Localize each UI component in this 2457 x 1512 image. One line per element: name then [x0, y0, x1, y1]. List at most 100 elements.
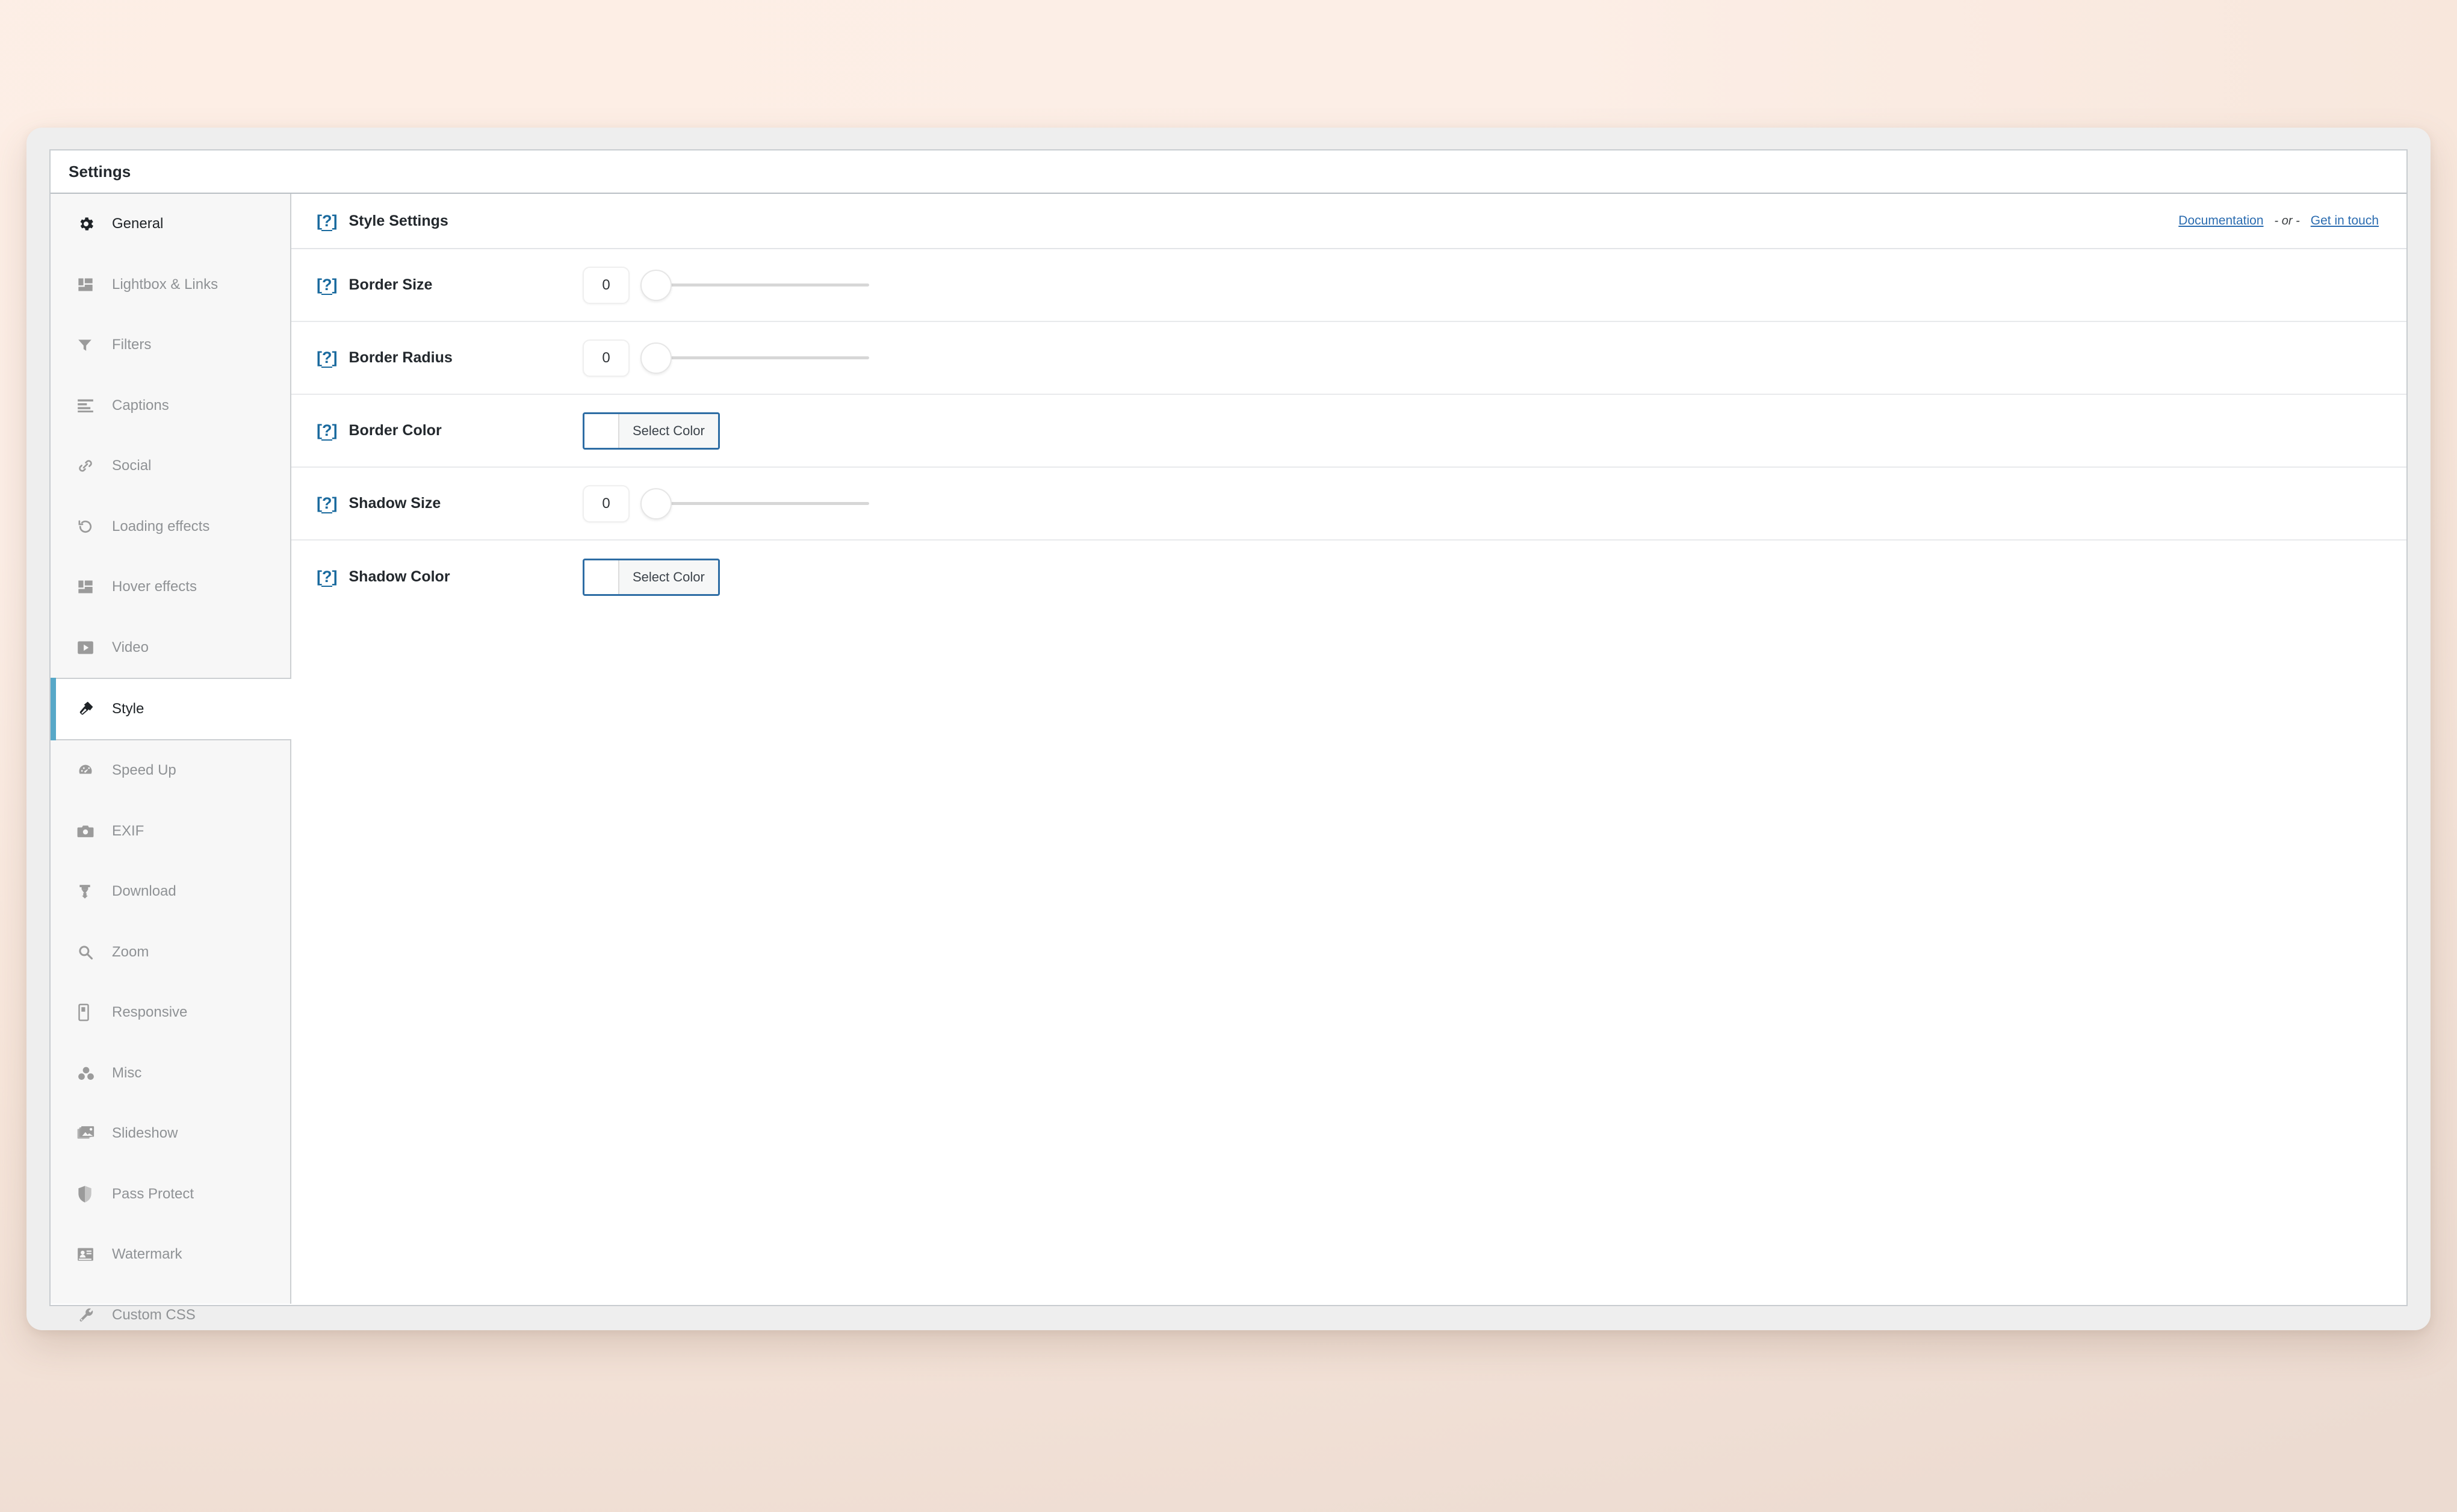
sidebar-item-label: Custom CSS	[112, 1306, 196, 1323]
sidebar-item-lightbox-links[interactable]: Lightbox & Links	[51, 255, 290, 315]
sidebar-item-responsive[interactable]: Responsive	[51, 982, 290, 1043]
sidebar-item-label: Pass Protect	[112, 1185, 194, 1202]
row-label-group: [?] Shadow Size	[317, 494, 583, 513]
link-chain-icon	[77, 457, 105, 474]
play-video-icon	[77, 640, 105, 655]
sidebar-item-pass-protect[interactable]: Pass Protect	[51, 1164, 290, 1225]
help-icon[interactable]: [?]	[317, 211, 337, 231]
camera-icon	[77, 824, 105, 838]
color-picker[interactable]: Select Color	[583, 558, 720, 596]
sidebar-item-label: General	[112, 215, 164, 232]
settings-rows: [?] Border Size 0 [?] Border Radius 0 [?] Borde…	[291, 249, 2406, 613]
get-in-touch-link[interactable]: Get in touch	[2311, 214, 2379, 228]
header-links: Documentation - or - Get in touch	[2178, 214, 2379, 228]
id-card-icon	[77, 1247, 105, 1262]
range-slider[interactable]	[640, 339, 869, 377]
sidebar-item-label: Zoom	[112, 943, 149, 960]
sidebar-item-label: Style	[112, 701, 144, 717]
range-slider[interactable]	[640, 267, 869, 304]
sidebar-item-watermark[interactable]: Watermark	[51, 1224, 290, 1285]
value-input[interactable]: 0	[583, 485, 630, 522]
sidebar-item-label: Video	[112, 639, 149, 655]
sidebar-item-label: Speed Up	[112, 762, 176, 779]
settings-content-panel: [?] Style Settings Documentation - or - …	[291, 194, 2406, 1304]
settings-panel: Settings General Lightbox & Links Filters C…	[49, 149, 2408, 1323]
setting-label: Border Radius	[349, 349, 453, 366]
sidebar-item-general[interactable]: General	[51, 194, 290, 255]
slider-track[interactable]	[656, 356, 869, 359]
refresh-arrow-icon	[77, 518, 105, 535]
settings-sidebar: General Lightbox & Links Filters Captions So…	[51, 194, 291, 1323]
slider-handle[interactable]	[640, 342, 672, 374]
page-title: Settings	[69, 162, 131, 181]
row-label-group: [?] Border Size	[317, 276, 583, 295]
setting-row: [?] Shadow Size 0	[291, 468, 2406, 541]
sidebar-item-style[interactable]: Style	[51, 678, 291, 740]
settings-titlebar: Settings	[51, 150, 2406, 194]
help-icon[interactable]: [?]	[317, 349, 337, 368]
sidebar-item-label: Captions	[112, 397, 169, 414]
setting-row: [?] Border Color Select Color	[291, 395, 2406, 468]
setting-row: [?] Border Size 0	[291, 249, 2406, 322]
sidebar-item-label: Hover effects	[112, 578, 197, 595]
documentation-link[interactable]: Documentation	[2178, 214, 2263, 228]
sidebar-item-label: Filters	[112, 336, 152, 353]
select-color-button[interactable]: Select Color	[619, 414, 718, 448]
color-swatch[interactable]	[584, 414, 619, 448]
magnifier-icon	[77, 944, 105, 961]
links-separator: - or -	[2274, 214, 2300, 228]
sidebar-item-slideshow[interactable]: Slideshow	[51, 1103, 290, 1164]
sidebar-item-speed-up[interactable]: Speed Up	[51, 740, 290, 801]
gear-icon	[77, 215, 105, 233]
setting-row: [?] Border Radius 0	[291, 322, 2406, 395]
images-stack-icon	[77, 1126, 105, 1141]
sidebar-item-loading-effects[interactable]: Loading effects	[51, 497, 290, 557]
row-control: 0	[583, 339, 869, 377]
color-picker[interactable]: Select Color	[583, 412, 720, 450]
layout-grid-icon	[77, 578, 105, 595]
mobile-phone-icon	[77, 1003, 105, 1021]
row-control: 0	[583, 266, 869, 304]
help-icon[interactable]: [?]	[317, 494, 337, 513]
slider-handle[interactable]	[640, 488, 672, 519]
sidebar-item-custom-css[interactable]: Custom CSS	[51, 1285, 290, 1346]
slider-track[interactable]	[656, 284, 869, 287]
row-control: 0	[583, 485, 869, 522]
select-color-button[interactable]: Select Color	[619, 560, 718, 594]
sidebar-item-label: EXIF	[112, 822, 144, 839]
section-title: Style Settings	[349, 212, 448, 229]
setting-label: Border Color	[349, 422, 442, 439]
help-icon[interactable]: [?]	[317, 276, 337, 295]
settings-body: General Lightbox & Links Filters Captions So…	[51, 194, 2406, 1323]
range-slider[interactable]	[640, 485, 869, 522]
sidebar-item-social[interactable]: Social	[51, 436, 290, 497]
sidebar-item-filters[interactable]: Filters	[51, 315, 290, 376]
slider-handle[interactable]	[640, 269, 672, 301]
setting-row: [?] Shadow Color Select Color	[291, 541, 2406, 613]
sidebar-item-label: Slideshow	[112, 1125, 178, 1142]
funnel-icon	[77, 336, 105, 353]
hammer-icon	[77, 700, 105, 718]
sidebar-item-label: Social	[112, 457, 152, 474]
sidebar-item-video[interactable]: Video	[51, 618, 290, 678]
sidebar-item-label: Download	[112, 883, 176, 900]
sidebar-item-misc[interactable]: Misc	[51, 1043, 290, 1104]
row-label-group: [?] Shadow Color	[317, 568, 583, 587]
value-input[interactable]: 0	[583, 266, 630, 304]
help-icon[interactable]: [?]	[317, 421, 337, 441]
sidebar-item-download[interactable]: Download	[51, 861, 290, 922]
sidebar-item-exif[interactable]: EXIF	[51, 801, 290, 862]
sidebar-item-captions[interactable]: Captions	[51, 376, 290, 436]
sidebar-item-label: Lightbox & Links	[112, 276, 218, 293]
browser-window-frame: Settings General Lightbox & Links Filters C…	[26, 128, 2431, 1330]
row-control: Select Color	[583, 558, 720, 596]
help-icon[interactable]: [?]	[317, 568, 337, 587]
value-input[interactable]: 0	[583, 339, 630, 377]
content-header: [?] Style Settings Documentation - or - …	[291, 194, 2406, 249]
sidebar-item-hover-effects[interactable]: Hover effects	[51, 557, 290, 618]
text-lines-icon	[77, 398, 105, 413]
slider-track[interactable]	[656, 502, 869, 505]
color-swatch[interactable]	[584, 560, 619, 594]
sidebar-item-zoom[interactable]: Zoom	[51, 922, 290, 983]
sidebar-item-label: Watermark	[112, 1246, 182, 1263]
